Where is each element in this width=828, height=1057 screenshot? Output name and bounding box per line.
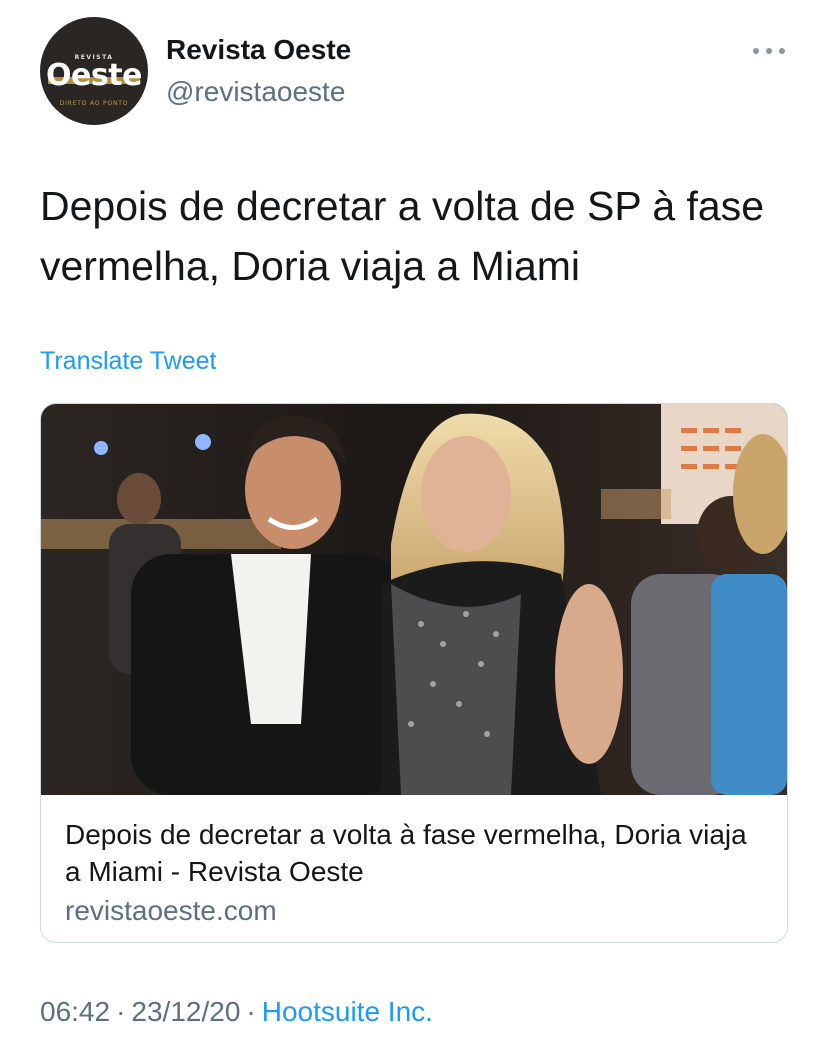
tweet-text: Depois de decretar a volta de SP à fase … — [40, 183, 765, 289]
avatar-logo-wordmark: Oeste — [46, 58, 142, 93]
more-horizontal-icon-dot — [766, 48, 772, 54]
tweet-source-link[interactable]: Hootsuite Inc. — [262, 996, 433, 1027]
card-title: Depois de decretar a volta à fase vermel… — [65, 819, 747, 887]
tweet-time[interactable]: 06:42 — [40, 996, 110, 1027]
more-horizontal-icon-dot — [779, 48, 785, 54]
card-text: Depois de decretar a volta à fase vermel… — [65, 816, 765, 929]
author-display-name[interactable]: Revista Oeste — [166, 34, 351, 66]
card-image — [41, 404, 787, 795]
more-options-button[interactable] — [750, 36, 788, 66]
tweet-metadata: 06:42 · 23/12/20 · Hootsuite Inc. — [40, 996, 433, 1028]
author-handle[interactable]: @revistaoeste — [166, 76, 345, 108]
meta-separator: · — [246, 996, 256, 1027]
avatar-logo-tagline: DIRETO AO PONTO — [59, 100, 129, 107]
tweet-date[interactable]: 23/12/20 — [131, 996, 240, 1027]
avatar[interactable]: REVISTA Oeste DIRETO AO PONTO — [40, 17, 148, 125]
more-horizontal-icon-dot — [753, 48, 759, 54]
card-domain: revistaoeste.com — [65, 895, 277, 926]
meta-separator: · — [116, 996, 126, 1027]
translate-tweet-link[interactable]: Translate Tweet — [40, 347, 216, 376]
link-preview-card[interactable]: Depois de decretar a volta à fase vermel… — [40, 403, 788, 943]
